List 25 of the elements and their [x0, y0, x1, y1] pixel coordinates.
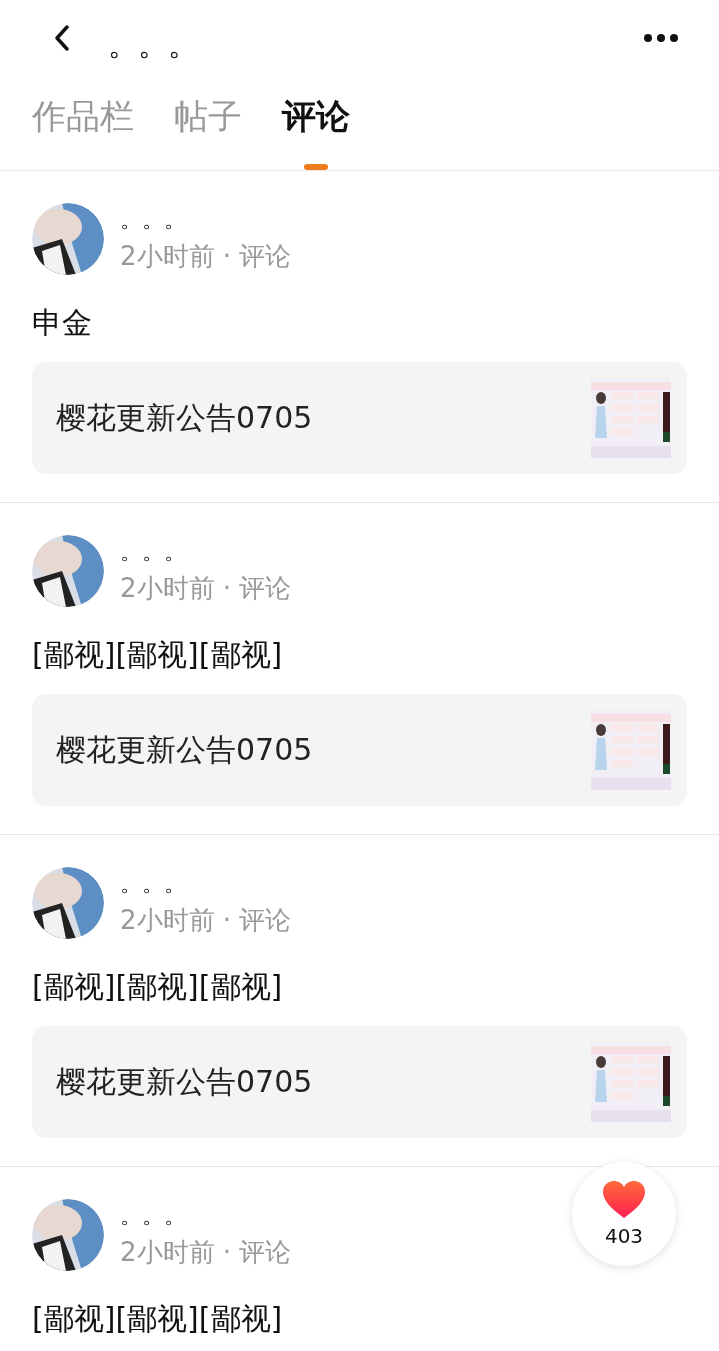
post-card[interactable]: 樱花更新公告0705: [32, 362, 687, 474]
user-name[interactable]: 。。。: [120, 204, 292, 235]
like-button[interactable]: 403: [572, 1162, 676, 1266]
user-name[interactable]: 。。。: [120, 1200, 292, 1231]
back-icon[interactable]: [52, 23, 72, 53]
comment-meta: 2小时前 · 评论: [120, 903, 292, 937]
user-name[interactable]: 。。。: [120, 536, 292, 567]
tab[interactable]: 评论: [282, 80, 350, 170]
like-count: 403: [604, 1224, 644, 1248]
post-card[interactable]: 樱花更新公告0705: [32, 694, 687, 806]
comment-text: [鄙视][鄙视][鄙视]: [32, 1300, 284, 1338]
heart-icon: [602, 1180, 646, 1220]
comment-text: [鄙视][鄙视][鄙视]: [32, 636, 284, 674]
more-icon[interactable]: [643, 33, 679, 43]
comment-text: [鄙视][鄙视][鄙视]: [32, 968, 284, 1006]
post-title: 樱花更新公告0705: [56, 398, 313, 437]
post-title: 樱花更新公告0705: [56, 730, 313, 769]
user-name[interactable]: 。。。: [120, 868, 292, 899]
comment-text: 申金: [32, 304, 93, 342]
comment-meta: 2小时前 · 评论: [120, 239, 292, 273]
post-card[interactable]: 樱花更新公告0705: [32, 1026, 687, 1138]
page-title: 。。。: [108, 25, 198, 64]
comment-meta: 2小时前 · 评论: [120, 571, 292, 605]
comment-meta: 2小时前 · 评论: [120, 1235, 292, 1269]
post-title: 樱花更新公告0705: [56, 1062, 313, 1101]
